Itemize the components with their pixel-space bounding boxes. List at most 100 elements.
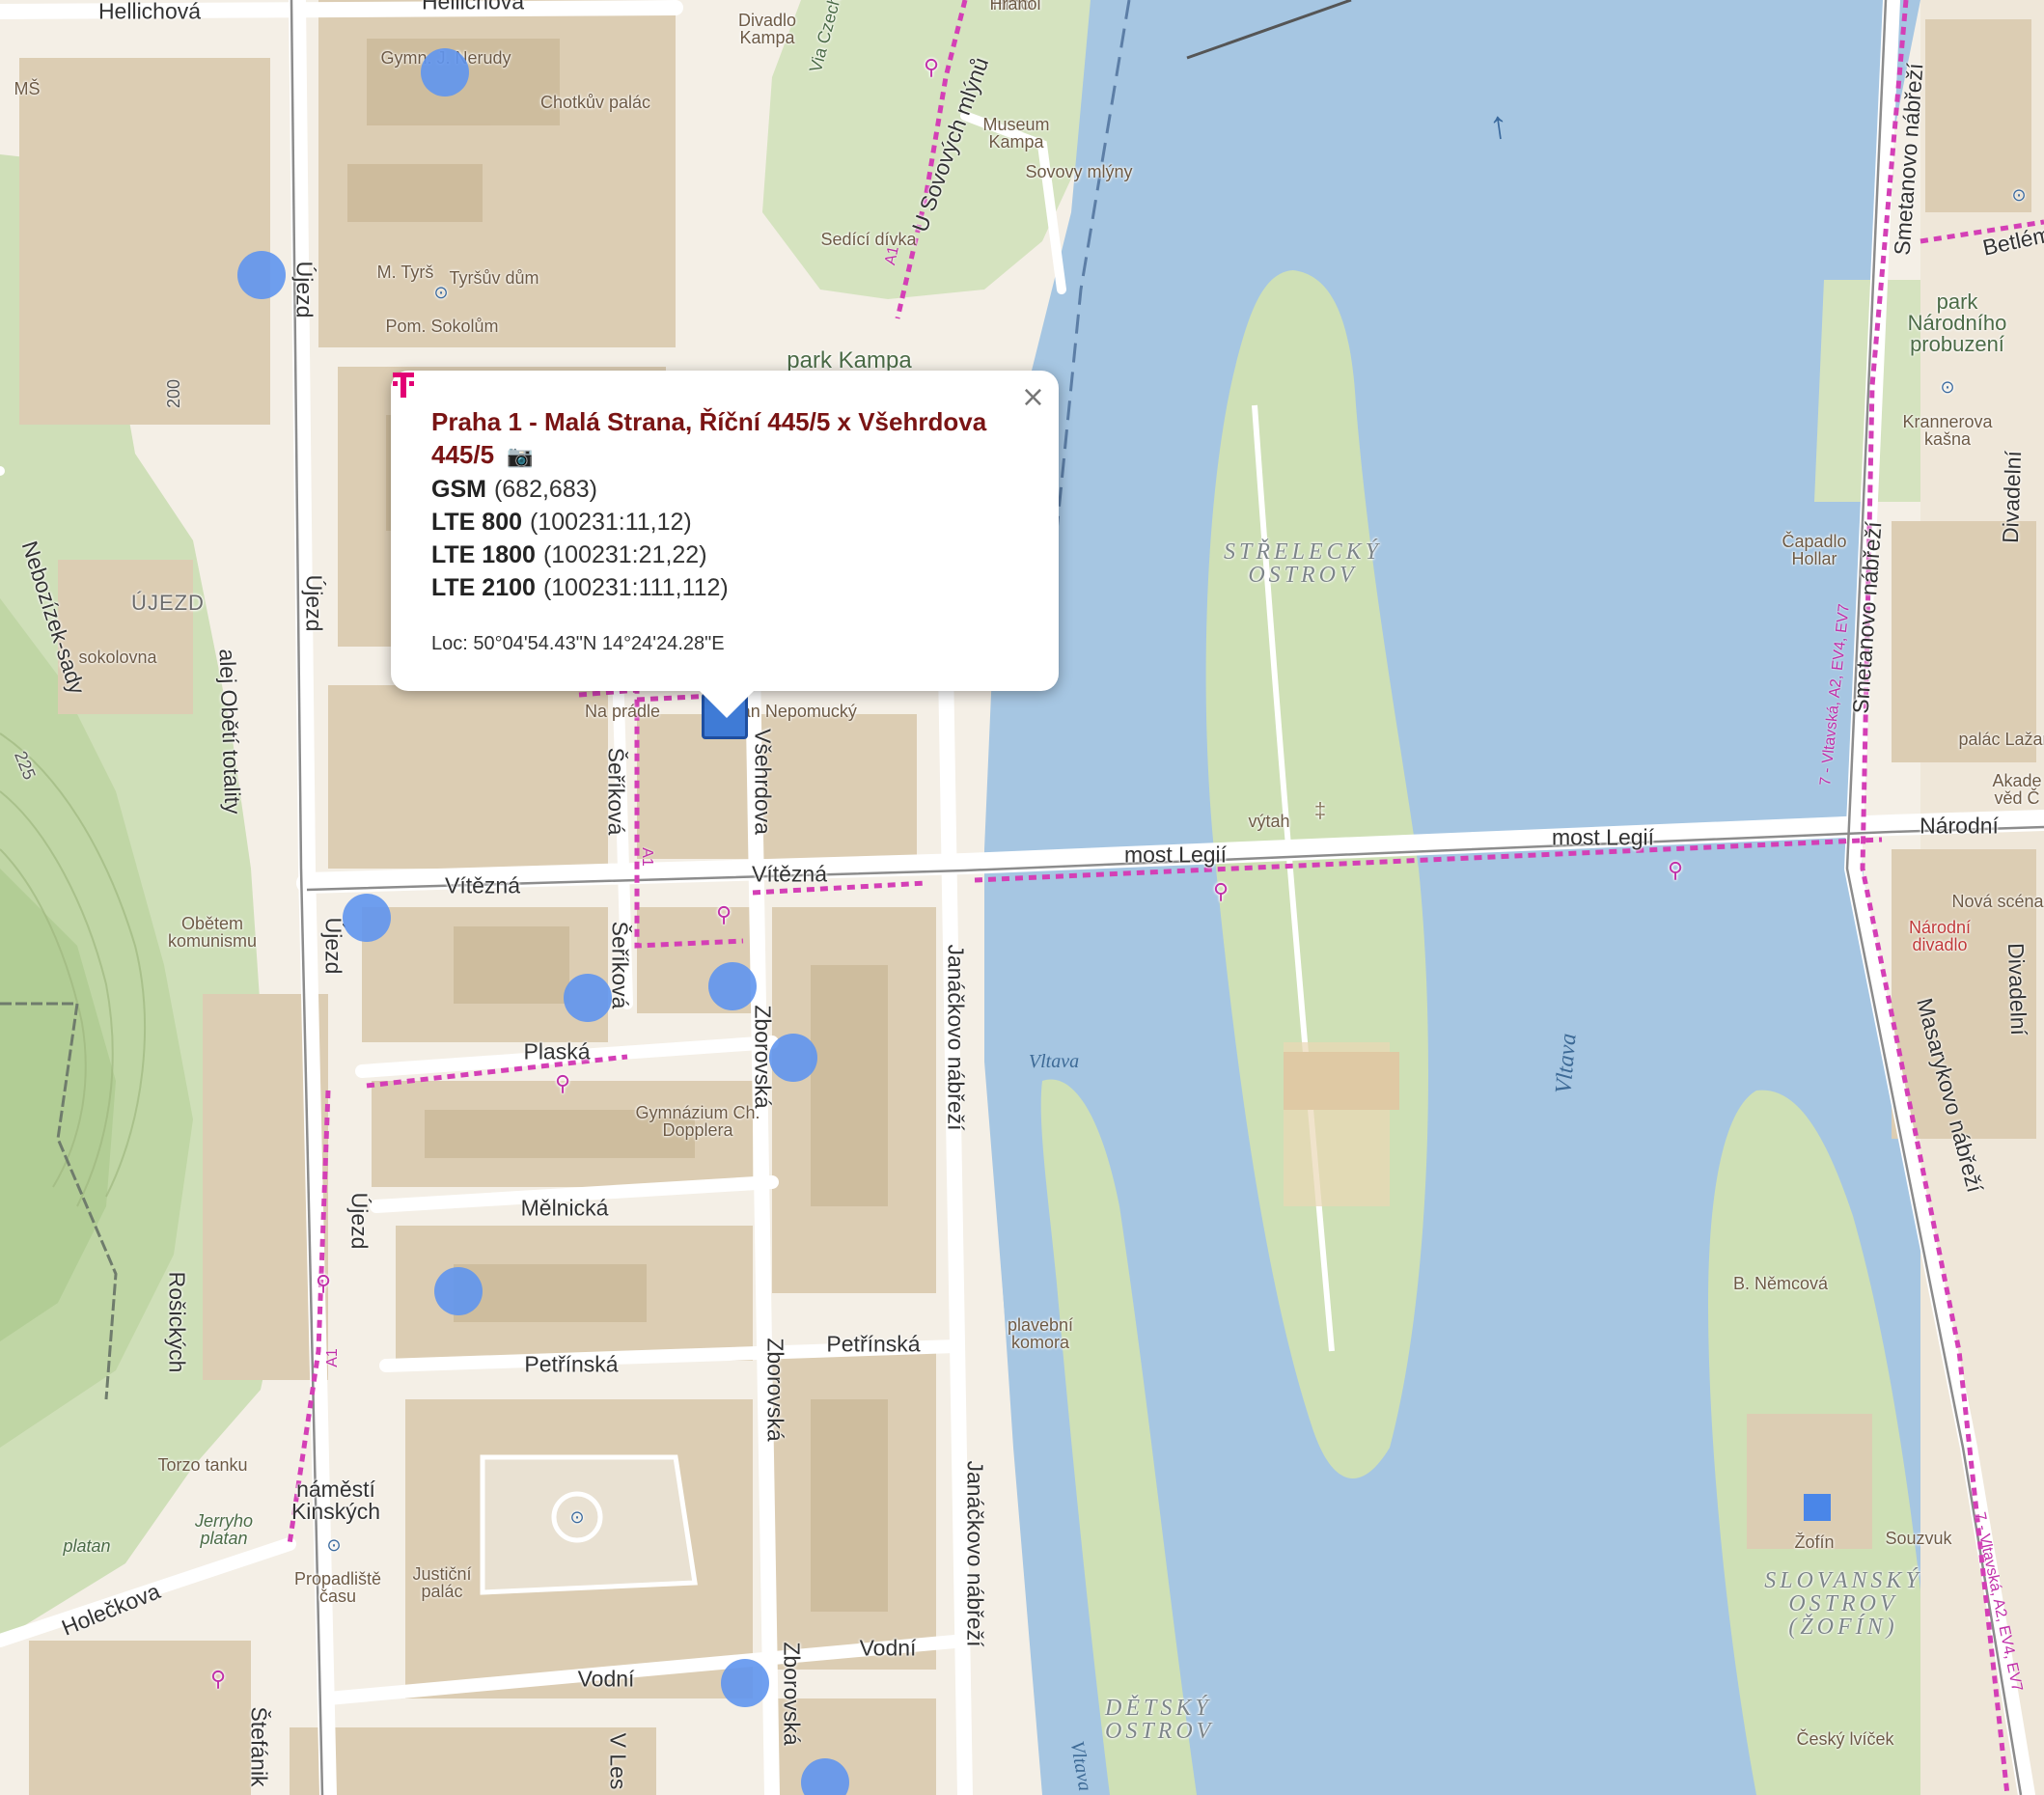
poi-obetem-komunismu: Obětem komunismu [167,914,258,951]
street-label-stefanik: Štefánik [246,1706,272,1787]
cell-site-marker[interactable] [708,962,757,1010]
band-row: GSM (682,683) [393,373,1020,506]
poi-souzvuk: Souzvuk [1885,1529,1952,1548]
cell-site-marker[interactable] [421,48,469,97]
area-label-detsky-ostrov: DĚTSKÝ OSTROV [1105,1696,1215,1744]
band-row: LTE 800 (100231:11,12) [393,373,1020,538]
popup-tip [700,691,754,718]
street-label-divadelni: Divadelní [1997,450,2027,544]
street-label-vitezna: Vítězná [752,861,827,887]
poi-ms: MŠ [14,79,41,98]
band-row: LTE 1800 (100231:21,22) [393,373,1020,571]
poi-chotkuv-palac: Chotkův palác [539,93,651,112]
monument-icon: ‡ [1313,798,1327,822]
water-label-vltava: Vltava [1028,1051,1080,1072]
poi-tyrsuv-dum: Tyršův dům [449,268,539,288]
street-label-rosickych: Rošických [164,1271,190,1373]
street-label-hellichova: Hellichová [97,0,202,24]
street-label-most-legii: most Legií [1123,842,1228,868]
poi-capadlo-hollar: Čapadlo Hollar [1782,532,1847,568]
cell-site-marker-square[interactable] [1804,1494,1831,1521]
poi-namesti-kinskych: náměstí Kinských [290,1477,381,1524]
band-name: GSM [431,476,486,503]
poi-park-narodniho-probuzeni: park Národního probuzení [1907,290,2007,356]
poi-sedici-divka: Sedící dívka [820,230,917,249]
poi-torzo-tanku: Torzo tanku [157,1455,248,1475]
street-label-petrinska: Petřínská [524,1351,619,1377]
point-of-interest-icon: ⊙ [433,283,449,302]
poi-krannerova-kasna: Krannerova kašna [1902,412,1993,449]
cell-site-marker[interactable] [564,974,612,1022]
street-label-vodni: Vodní [859,1635,917,1661]
poi-narodni-divadlo: Národní divadlo [1908,918,1972,954]
band-value: (100231:21,22) [542,541,707,568]
point-of-interest-icon: ⊙ [2011,185,2027,205]
bicycle-icon: ⚲ [923,55,940,79]
point-of-interest-icon: ⊙ [569,1507,585,1527]
bicycle-icon: ⚲ [315,1271,332,1295]
poi-na-pradle: Na prádle [584,702,661,721]
point-of-interest-icon: ⊙ [1940,377,1955,397]
street-label-petrinska: Petřínská [826,1331,921,1357]
close-icon[interactable]: × [1021,380,1045,414]
street-label-zborovska: Zborovská [762,1338,788,1442]
poi-museum-kampa: Museum Kampa [982,115,1050,152]
poi-jerryho-platan: Jerryho platan [194,1511,254,1548]
band-value: (100231:111,112) [542,574,729,601]
poi-zofin: Žofín [1794,1533,1835,1552]
area-label-slovansky-ostrov: SLOVANSKÝ OSTROV (ŽOFÍN) [1764,1568,1922,1640]
band-list: GSM (682,683) LTE 800 (100231:11,12) LTE… [393,373,1020,604]
street-label-plaska: Plaská [523,1038,591,1064]
street-label-melnicka: Mělnická [520,1195,609,1221]
poi-cesky-lvicek: Český lvíček [1796,1729,1894,1749]
cell-site-marker[interactable] [769,1034,817,1082]
popup-location: Loc: 50°04'54.43"N 14°24'24.28"E [431,633,725,654]
bicycle-icon: ⚲ [715,902,732,926]
poi-hranol: Hranol [989,0,1041,14]
street-label-zborovska: Zborovská [779,1642,805,1746]
telekom-t-icon [393,373,414,398]
area-label-ujezd: ÚJEZD [131,591,205,615]
popup-title: Praha 1 - Malá Strana, Říční 445/5 x Vše… [431,405,1020,473]
water-label-vltava: Vltava [1551,1032,1582,1095]
bike-route-label-a1: A1 [639,847,655,867]
band-value: (100231:11,12) [530,509,692,536]
poi-plavebni-komora: plavební komora [1007,1315,1074,1352]
poi-pom-sokolum: Pom. Sokolům [385,317,499,336]
band-name: LTE 2100 [431,574,536,601]
band-row: LTE 2100 (100231:111,112) [393,373,1020,604]
street-label-ujezd: Újezd [346,1192,373,1250]
poi-divadlo-kampa: Divadlo Kampa [737,11,797,47]
band-name: LTE 1800 [431,541,536,568]
street-label-most-legii: most Legií [1551,824,1655,850]
bicycle-icon: ⚲ [1212,879,1229,903]
contour-label-200: 200 [164,378,183,409]
street-label-vitezna: Vítězná [445,872,520,898]
street-label-ujezd: Újezd [291,261,318,318]
poi-palac-lazan: palác Lažan [1958,730,2044,749]
bicycle-icon: ⚲ [554,1071,571,1095]
cell-site-marker[interactable] [721,1659,769,1707]
street-label-v-lesi: V Les [605,1732,631,1790]
bicycle-icon: ⚲ [209,1667,227,1691]
cell-site-popup: × Praha 1 - Malá Strana, Říční 445/5 x V… [391,371,1059,718]
cell-site-marker[interactable] [343,894,391,942]
poi-m-tyrs: M. Tyrš [376,262,434,282]
street-label-janackovo: Janáčkovo nábřeží [962,1460,988,1647]
map-canvas[interactable]: Hellichová Hellichová Újezd Újezd Újezd … [0,0,2044,1795]
cell-site-marker[interactable] [237,251,286,299]
area-label-strelecky-ostrov: STŘELECKÝ OSTROV [1223,539,1383,588]
street-label-narodni: Národní [1920,813,1999,839]
street-label-vsehrdova: Všehrdova [750,729,776,835]
poi-gymnazium-dopplera: Gymnázium Ch. Dopplera [635,1103,760,1140]
poi-park-kampa: park Kampa [787,347,912,373]
poi-justicni-palac: Justiční palác [412,1564,472,1601]
cell-site-marker[interactable] [434,1267,483,1315]
poi-nova-scena: Nová scéna [1951,892,2044,911]
bike-route-label-a1: A1 [324,1348,341,1367]
poi-sovovy-mlyny: Sovovy mlýny [1025,162,1133,181]
camera-icon[interactable]: 📷 [507,444,533,468]
street-label-divadelni: Divadelní [2003,942,2032,1036]
poi-vytah: výtah [1248,812,1290,831]
bicycle-icon: ⚲ [1667,858,1684,882]
